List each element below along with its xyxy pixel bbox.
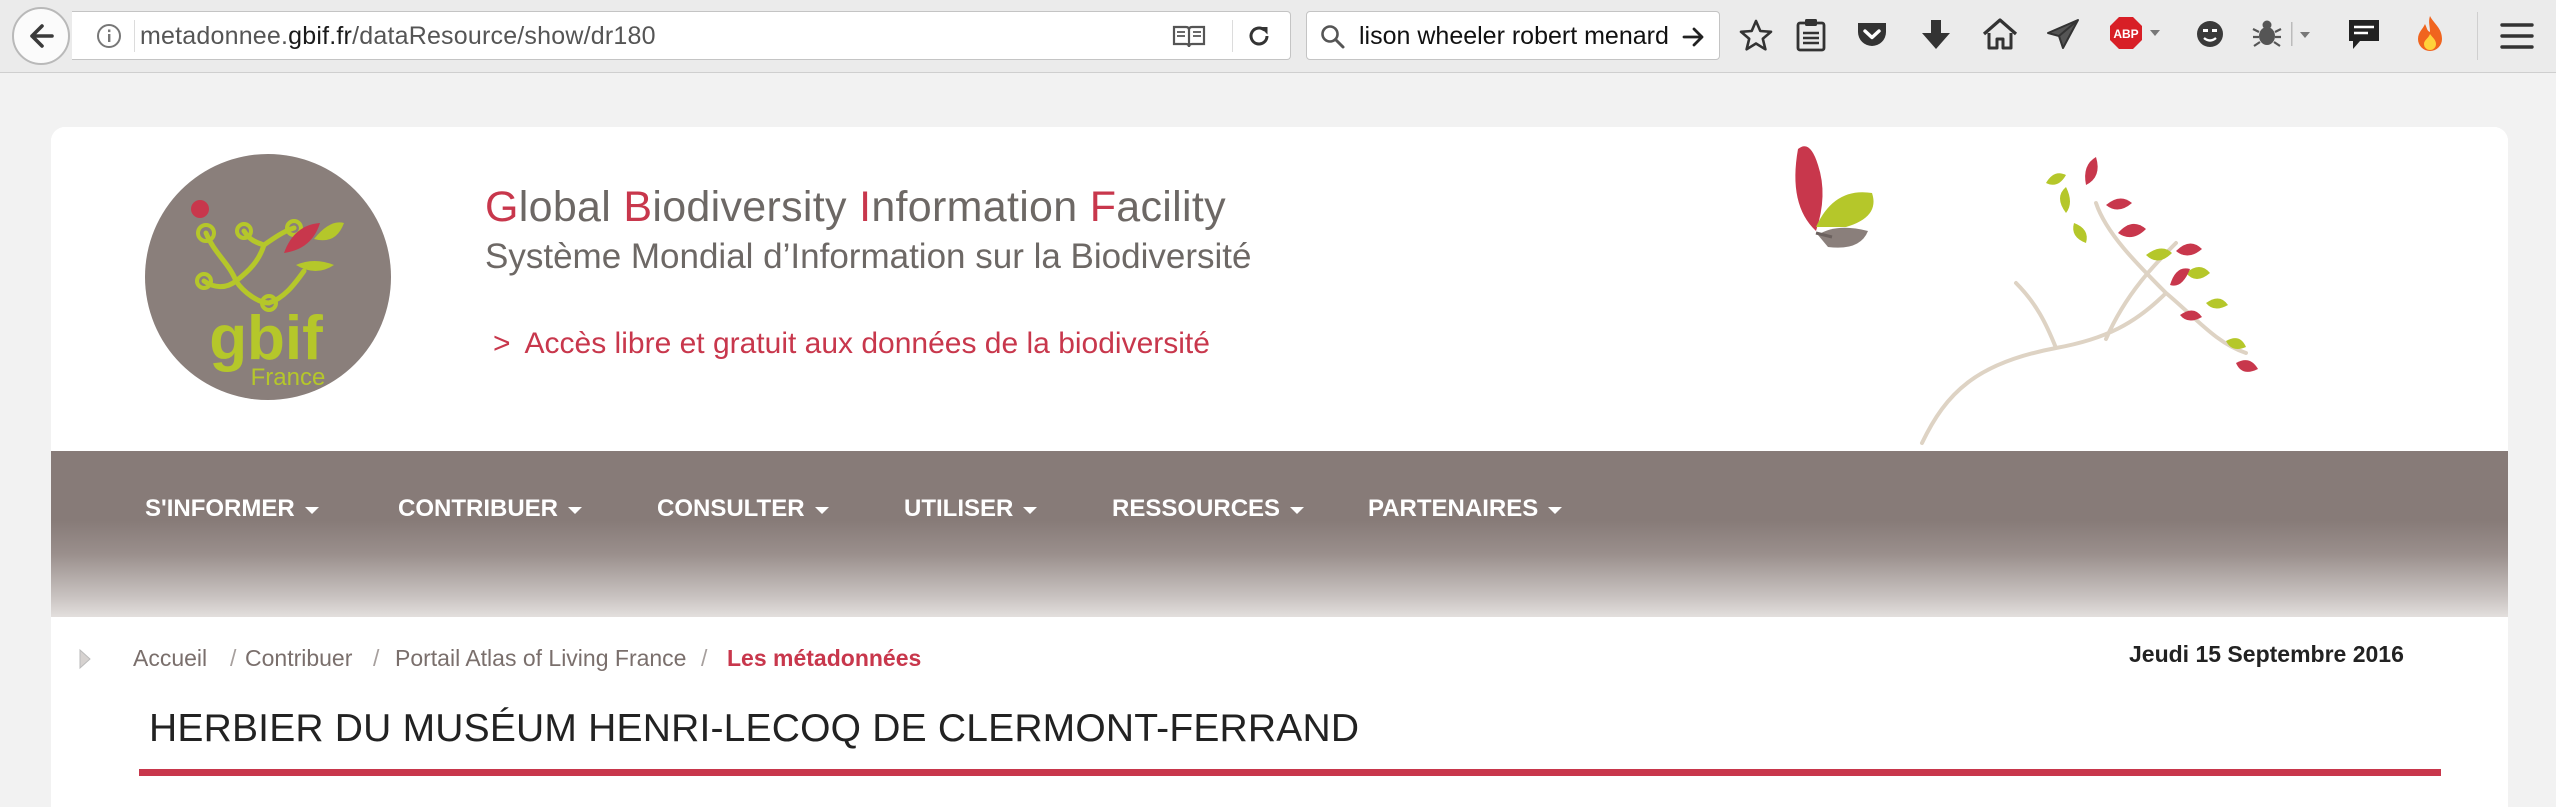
caret-down-icon (1023, 506, 1038, 514)
home-icon[interactable] (1982, 17, 2018, 51)
site-tagline[interactable]: > Accès libre et gratuit aux données de l… (493, 327, 1210, 361)
nav-item-utiliser[interactable]: UTILISER (904, 495, 1038, 523)
site-header: gbif France Global Biodiversity Informat… (51, 127, 2508, 451)
search-query[interactable]: lison wheeler robert menard (1359, 22, 1669, 51)
title-underline (139, 769, 2441, 776)
search-bar[interactable]: lison wheeler robert menard (1306, 11, 1720, 60)
reader-view-icon[interactable] (1172, 23, 1206, 49)
site-title-en: Global Biodiversity Information Facility (485, 183, 1226, 231)
nav-item-contribuer[interactable]: CONTRIBUER (398, 495, 582, 523)
bug-icon[interactable] (2250, 17, 2314, 51)
chat-icon[interactable] (2346, 17, 2382, 53)
bookmarks-list-icon[interactable] (1794, 17, 1828, 53)
page-title: HERBIER DU MUSÉUM HENRI-LECOQ DE CLERMON… (149, 707, 1360, 750)
gbif-logo[interactable]: gbif France (144, 153, 392, 401)
pocket-icon[interactable] (1855, 19, 1889, 51)
caret-down-icon (1290, 506, 1305, 514)
go-arrow-icon[interactable] (1681, 24, 1707, 50)
nav-item-partenaires[interactable]: PARTENAIRES (1368, 495, 1563, 523)
caret-down-icon (568, 506, 582, 514)
breadcrumb-separator: / (373, 645, 380, 671)
breadcrumb-item-portail[interactable]: Portail Atlas of Living France (395, 645, 686, 672)
caret-right-icon (78, 648, 92, 670)
browser-toolbar: metadonnee.gbif.fr/dataResource/show/dr1… (0, 0, 2556, 73)
main-nav: S'INFORMER CONTRIBUER CONSULTER UTILISER… (51, 451, 2508, 617)
caret-down-icon (304, 506, 319, 514)
svg-text:ABP: ABP (2113, 27, 2138, 41)
breadcrumb-separator: / (701, 645, 708, 671)
back-arrow-icon (26, 21, 56, 51)
share-icon[interactable] (2045, 17, 2081, 51)
site-title-fr: Système Mondial d’Information sur la Bio… (485, 237, 1252, 276)
nav-item-ressources[interactable]: RESSOURCES (1112, 495, 1305, 523)
nav-item-sinformer[interactable]: S'INFORMER (145, 495, 319, 523)
butterfly-illustration (1776, 135, 1886, 255)
caret-down-icon (814, 506, 829, 514)
page-container: gbif France Global Biodiversity Informat… (51, 127, 2508, 807)
logo-subtext: France (251, 364, 326, 391)
back-button[interactable] (12, 7, 70, 65)
logo-wordmark: gbif (209, 304, 323, 373)
hamburger-menu-icon[interactable] (2500, 21, 2534, 51)
url-bar[interactable]: metadonnee.gbif.fr/dataResource/show/dr1… (72, 11, 1291, 60)
reload-icon[interactable] (1246, 23, 1272, 49)
breadcrumb-item-contribuer[interactable]: Contribuer (245, 645, 352, 672)
breadcrumb-current: Les métadonnées (727, 645, 922, 671)
bookmark-star-icon[interactable] (1738, 18, 1774, 54)
fire-icon[interactable] (2414, 14, 2446, 54)
url-text[interactable]: metadonnee.gbif.fr/dataResource/show/dr1… (140, 22, 656, 51)
emoji-icon[interactable] (2194, 18, 2226, 50)
breadcrumb-separator: / (230, 645, 237, 671)
nav-item-consulter[interactable]: CONSULTER (657, 495, 829, 523)
caret-down-icon (1548, 506, 1563, 514)
breadcrumb-item-accueil[interactable]: Accueil (133, 645, 207, 672)
download-icon[interactable] (1920, 18, 1952, 52)
search-icon (1319, 23, 1347, 51)
adblock-icon[interactable]: ABP (2108, 15, 2164, 53)
branch-illustration (1906, 143, 2326, 453)
current-date: Jeudi 15 Septembre 2016 (2129, 641, 2404, 667)
info-icon[interactable] (96, 23, 122, 49)
